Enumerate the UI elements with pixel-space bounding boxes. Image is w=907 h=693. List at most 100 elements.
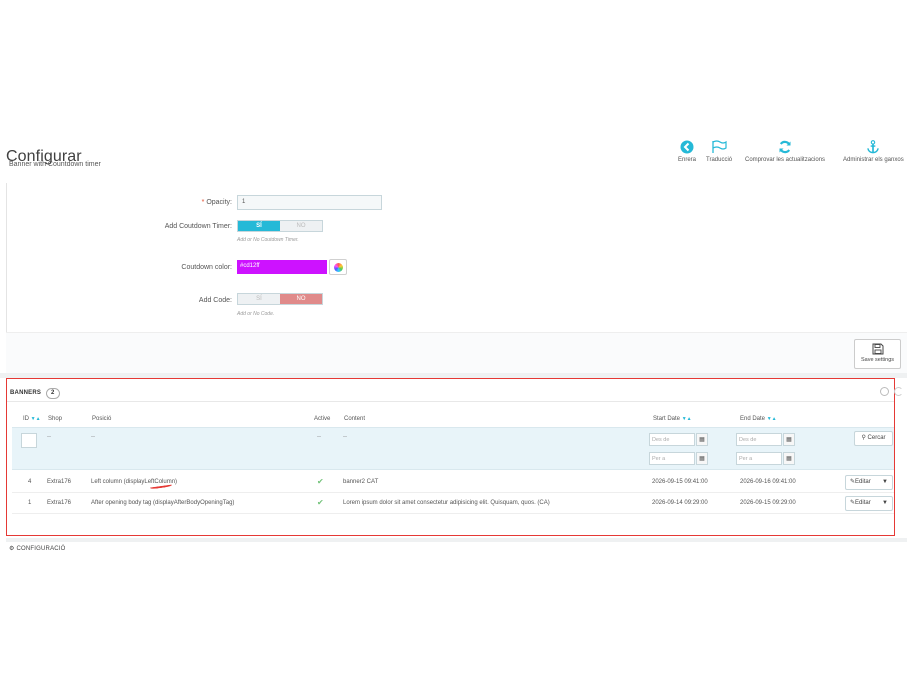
row-id: 4	[28, 479, 32, 485]
edit-button[interactable]: ✎Editar ▼	[845, 475, 893, 490]
countdown-yes-option[interactable]: SÍ	[238, 221, 280, 231]
translate-button[interactable]: Traducció	[706, 140, 732, 163]
search-icon: ⚲	[861, 435, 866, 441]
filter-content-placeholder: --	[343, 434, 347, 440]
configuration-link[interactable]: ⚙ CONFIGURACIÓ	[9, 545, 66, 552]
calendar-icon[interactable]: ▦	[783, 433, 795, 446]
calendar-icon[interactable]: ▦	[783, 452, 795, 465]
code-toggle[interactable]: SÍ NO	[237, 293, 323, 305]
edit-text: Editar	[855, 479, 871, 485]
opacity-label-row: * Opacity:	[72, 199, 232, 206]
dropdown-caret-icon[interactable]: ▼	[882, 497, 888, 510]
countdown-toggle[interactable]: SÍ NO	[237, 220, 323, 232]
start-date-to-input[interactable]: Per a	[649, 452, 695, 465]
check-updates-label: Comprovar les actualitzacions	[745, 157, 826, 163]
table-row[interactable]: 4 Extra176 Left column (displayLeftColum…	[12, 472, 894, 493]
back-button[interactable]: Enrera	[678, 140, 696, 163]
col-header-end-date[interactable]: End Date ▼▲	[740, 416, 777, 422]
search-button[interactable]: ⚲ Cercar	[854, 431, 893, 446]
save-label: Save settings	[860, 357, 895, 363]
check-updates-button[interactable]: Comprovar les actualitzacions	[745, 140, 825, 163]
opacity-label: Opacity:	[206, 199, 232, 206]
filter-position-placeholder: --	[91, 434, 95, 440]
banners-title: BANNERS	[10, 390, 42, 396]
countdown-no-option[interactable]: NO	[280, 221, 322, 231]
save-icon	[872, 343, 883, 355]
table-row[interactable]: 1 Extra176 After opening body tag (displ…	[12, 493, 894, 514]
end-date-to-input[interactable]: Per a	[736, 452, 782, 465]
row-shop: Extra176	[47, 479, 72, 485]
gear-icon: ⚙	[9, 546, 15, 552]
check-icon[interactable]: ✔	[317, 477, 324, 486]
countdown-help-text: Add or No Coutdown Timer.	[237, 237, 299, 243]
add-new-icon[interactable]	[880, 387, 889, 396]
col-header-start-date[interactable]: Start Date ▼▲	[653, 416, 692, 422]
row-shop: Extra176	[47, 500, 72, 506]
refresh-list-icon[interactable]	[894, 387, 903, 396]
code-no-option[interactable]: NO	[280, 294, 322, 304]
edit-label: ✎Editar	[850, 476, 871, 489]
refresh-icon	[779, 140, 791, 154]
select-all-checkbox[interactable]	[21, 433, 37, 448]
col-header-id[interactable]: ID ▼▲	[23, 416, 41, 422]
dropdown-caret-icon[interactable]: ▼	[882, 476, 888, 489]
col-id-label: ID	[23, 416, 29, 422]
edit-text: Editar	[855, 500, 871, 506]
sort-icon[interactable]: ▼▲	[31, 416, 41, 422]
manage-hooks-label: Administrar els ganxos	[843, 157, 904, 163]
flag-icon	[712, 140, 727, 153]
section-gap-bottom	[6, 538, 907, 542]
sort-icon[interactable]: ▼▲	[767, 416, 777, 422]
row-end-date: 2026-09-15 09:29:00	[740, 500, 796, 506]
row-content: Lorem ipsum dolor sit amet consectetur a…	[343, 500, 550, 506]
row-start-date: 2026-09-14 09:29:00	[652, 500, 708, 506]
col-header-active: Active	[314, 416, 331, 422]
search-label: Cercar	[867, 435, 886, 441]
col-header-position: Posició	[92, 416, 112, 422]
page-subtitle: Banner with Countdown timer	[9, 161, 101, 168]
banners-heading: BANNERS 2	[10, 388, 60, 399]
row-start-date: 2026-09-15 09:41:00	[652, 479, 708, 485]
anchor-icon	[867, 140, 880, 154]
countdown-label: Add Coutdown Timer:	[164, 223, 232, 230]
color-wheel-icon	[334, 263, 343, 272]
back-label: Enrera	[678, 157, 697, 163]
opacity-input[interactable]: 1	[237, 195, 382, 210]
top-blank-area	[0, 0, 907, 134]
color-picker-button[interactable]	[329, 259, 347, 275]
edit-button[interactable]: ✎Editar ▼	[845, 496, 893, 511]
code-label: Add Code:	[198, 297, 232, 304]
sort-icon[interactable]: ▼▲	[682, 416, 692, 422]
row-position: After opening body tag (displayAfterBody…	[91, 500, 235, 506]
filter-active-placeholder: --	[317, 434, 321, 440]
back-arrow-icon	[680, 140, 694, 154]
filter-shop-placeholder: --	[47, 434, 51, 440]
col-end-label: End Date	[740, 416, 766, 422]
save-settings-button[interactable]: Save settings	[854, 339, 901, 369]
panel-divider	[7, 401, 894, 402]
form-footer	[6, 332, 907, 373]
row-end-date: 2026-09-16 09:41:00	[740, 479, 796, 485]
code-yes-option[interactable]: SÍ	[238, 294, 280, 304]
col-header-content: Content	[344, 416, 366, 422]
col-start-label: Start Date	[653, 416, 681, 422]
required-mark: *	[201, 199, 205, 206]
check-icon[interactable]: ✔	[317, 498, 324, 507]
col-header-shop: Shop	[48, 416, 63, 422]
calendar-icon[interactable]: ▦	[696, 452, 708, 465]
row-id: 1	[28, 500, 32, 506]
configuration-label: CONFIGURACIÓ	[16, 546, 66, 552]
page-header: Configurar Banner with Countdown timer E…	[0, 134, 907, 178]
manage-hooks-button[interactable]: Administrar els ganxos	[843, 140, 904, 163]
color-input[interactable]: #cd12ff	[237, 260, 327, 274]
translate-label: Traducció	[706, 157, 733, 163]
code-help-text: Add or No Code.	[237, 311, 275, 317]
edit-label: ✎Editar	[850, 497, 871, 510]
row-content: banner2 CAT	[343, 479, 379, 485]
filter-row: -- -- -- -- Des de ▦ Per a ▦ Des de ▦ Pe…	[12, 427, 894, 470]
color-label: Coutdown color:	[181, 264, 232, 271]
start-date-from-input[interactable]: Des de	[649, 433, 695, 446]
end-date-from-input[interactable]: Des de	[736, 433, 782, 446]
banners-count-badge: 2	[45, 388, 60, 399]
calendar-icon[interactable]: ▦	[696, 433, 708, 446]
